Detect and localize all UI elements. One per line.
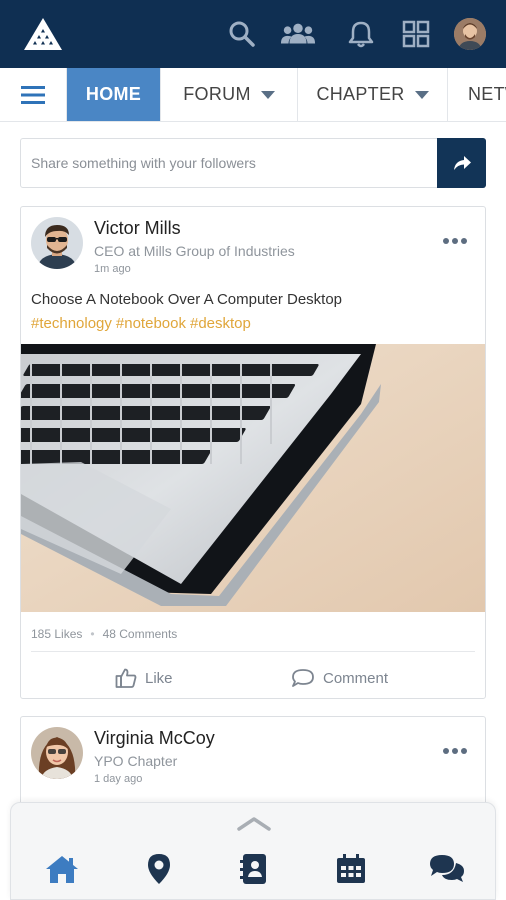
post-tags: #technology #notebook #desktop bbox=[31, 315, 255, 332]
hashtag-link[interactable]: #technology bbox=[31, 315, 112, 332]
tab-network[interactable]: NETW bbox=[448, 68, 506, 121]
divider bbox=[31, 651, 475, 652]
like-label: Like bbox=[145, 669, 173, 687]
hamburger-icon[interactable] bbox=[0, 68, 67, 121]
post-timestamp: 1 day ago bbox=[94, 773, 143, 785]
more-options-icon[interactable] bbox=[443, 237, 467, 245]
comment-button[interactable]: Comment bbox=[291, 665, 388, 691]
tab-network-label: NETW bbox=[468, 84, 506, 104]
separator-dot: • bbox=[90, 627, 95, 641]
share-composer bbox=[20, 138, 486, 188]
chat-icon[interactable] bbox=[427, 851, 467, 887]
like-button[interactable]: Like bbox=[115, 665, 173, 691]
more-options-icon[interactable] bbox=[443, 747, 467, 755]
bottom-tab-bar bbox=[10, 802, 496, 900]
likes-count[interactable]: 185 Likes bbox=[31, 627, 82, 641]
hashtag-link[interactable]: #desktop bbox=[190, 315, 251, 332]
post-author-role: YPO Chapter bbox=[94, 753, 178, 769]
tab-chapter[interactable]: CHAPTER bbox=[298, 68, 448, 121]
avatar[interactable] bbox=[31, 727, 83, 779]
avatar[interactable] bbox=[31, 217, 83, 269]
comment-label: Comment bbox=[323, 669, 389, 687]
tab-home-label: HOME bbox=[85, 84, 142, 104]
grid-icon[interactable] bbox=[398, 16, 434, 52]
post-image-laptop[interactable] bbox=[21, 344, 485, 612]
post-author-role: CEO at Mills Group of Industries bbox=[94, 243, 295, 259]
nav-tabs-bar: HOME FORUM CHAPTER NETW bbox=[0, 68, 506, 122]
avatar[interactable] bbox=[454, 18, 486, 50]
logo-icon[interactable] bbox=[22, 16, 64, 52]
tab-forum-label: FORUM bbox=[183, 84, 251, 104]
thumbs-up-icon bbox=[115, 668, 137, 688]
top-app-bar bbox=[0, 0, 506, 68]
location-pin-icon[interactable] bbox=[139, 851, 179, 887]
hashtag-link[interactable]: #notebook bbox=[116, 315, 186, 332]
share-arrow-icon bbox=[453, 156, 471, 170]
share-button[interactable] bbox=[437, 138, 486, 188]
post-stats: 185 Likes • 48 Comments bbox=[31, 627, 177, 641]
chevron-up-icon[interactable] bbox=[236, 815, 272, 833]
group-icon[interactable] bbox=[280, 16, 316, 52]
comment-bubble-icon bbox=[292, 669, 314, 687]
bell-icon[interactable] bbox=[343, 16, 379, 52]
post-text: Choose A Notebook Over A Computer Deskto… bbox=[31, 291, 343, 308]
tab-home[interactable]: HOME bbox=[67, 68, 161, 121]
calendar-icon[interactable] bbox=[331, 851, 371, 887]
comments-count[interactable]: 48 Comments bbox=[103, 627, 178, 641]
tab-forum[interactable]: FORUM bbox=[161, 68, 298, 121]
tab-chapter-label: CHAPTER bbox=[316, 84, 405, 104]
share-input[interactable] bbox=[21, 139, 436, 187]
chevron-down-icon bbox=[414, 90, 429, 99]
post-author-name[interactable]: Victor Mills bbox=[94, 218, 181, 239]
search-icon[interactable] bbox=[224, 16, 260, 52]
post-timestamp: 1m ago bbox=[94, 263, 131, 275]
contacts-icon[interactable] bbox=[235, 851, 275, 887]
post-card: Victor Mills CEO at Mills Group of Indus… bbox=[20, 206, 486, 699]
chevron-down-icon bbox=[260, 90, 275, 99]
post-author-name[interactable]: Virginia McCoy bbox=[94, 728, 215, 749]
home-icon[interactable] bbox=[42, 851, 82, 887]
